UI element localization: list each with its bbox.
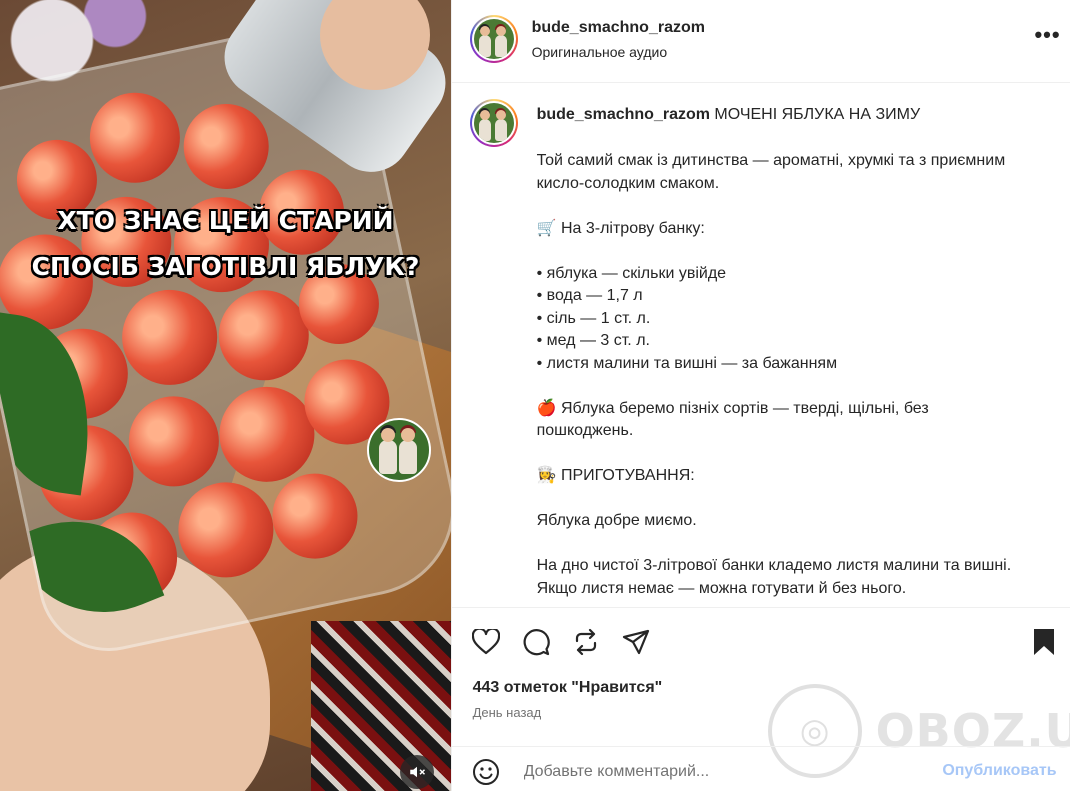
avatar[interactable] bbox=[469, 15, 518, 63]
comment-input[interactable] bbox=[521, 759, 906, 785]
caption-avatar[interactable] bbox=[469, 99, 518, 147]
more-horizontal-icon[interactable]: ••• bbox=[1034, 24, 1060, 46]
caption-line: Яблука добре миємо. bbox=[536, 512, 697, 529]
caption-line: • мед — 3 ст. л. bbox=[536, 332, 650, 349]
video-overlay-title-line2: СПОСІБ ЗАГОТІВЛІ ЯБЛУК? bbox=[31, 252, 420, 281]
post-media[interactable]: ХТО ЗНАЄ ЦЕЙ СТАРИЙ СПОСІБ ЗАГОТІВЛІ ЯБЛ… bbox=[0, 0, 451, 791]
original-audio-link[interactable]: Оригинальное аудио bbox=[532, 44, 668, 60]
repost-icon[interactable] bbox=[570, 626, 602, 658]
post-header: bude_smachno_razom Оригинальное аудио ••… bbox=[451, 0, 1070, 83]
post-caption: bude_smachno_razom МОЧЕНІ ЯБЛУКА НА ЗИМУ… bbox=[452, 82, 1070, 606]
comment-bar: Опубликовать bbox=[451, 746, 1070, 793]
caption-line: • яблука — скільки увійде bbox=[536, 264, 727, 282]
comment-icon[interactable] bbox=[520, 626, 552, 658]
caption-line: 🍎 Яблука беремо пізніх сортів — тверді, … bbox=[536, 399, 929, 440]
share-icon[interactable] bbox=[620, 626, 652, 658]
header-username[interactable]: bude_smachno_razom bbox=[532, 19, 705, 37]
video-overlay-title-line1: ХТО ЗНАЄ ЦЕЙ СТАРИЙ bbox=[57, 206, 394, 235]
likes-count[interactable]: 443 отметок "Нравится" bbox=[473, 679, 663, 697]
speaker-muted-icon[interactable] bbox=[400, 755, 434, 789]
media-creator-sticker bbox=[367, 418, 431, 482]
bookmark-icon[interactable] bbox=[1028, 626, 1060, 658]
emoji-icon[interactable] bbox=[472, 758, 500, 786]
heart-icon[interactable] bbox=[470, 626, 502, 658]
post-actions: 443 отметок "Нравится" День назад Опубли… bbox=[451, 607, 1070, 793]
caption-title: МОЧЕНІ ЯБЛУКА НА ЗИМУ bbox=[714, 106, 921, 123]
caption-line: 🛒 На 3-літрову банку: bbox=[536, 219, 705, 237]
post-panel: bude_smachno_razom Оригинальное аудио ••… bbox=[450, 0, 1070, 793]
caption-line: • листя малини та вишні — за бажанням bbox=[536, 354, 838, 372]
caption-line: • вода — 1,7 л bbox=[536, 287, 643, 304]
publish-button[interactable]: Опубликовать bbox=[942, 762, 1056, 780]
caption-line: • сіль — 1 ст. л. bbox=[536, 309, 651, 327]
caption-body: Той самий смак із дитинства — ароматні, … bbox=[537, 150, 1017, 600]
caption-line: 👩‍🍳 ПРИГОТУВАННЯ: bbox=[536, 467, 695, 484]
caption-line: На дно чистої 3-літрової банки кладемо л… bbox=[536, 557, 1012, 597]
post-viewer: ХТО ЗНАЄ ЦЕЙ СТАРИЙ СПОСІБ ЗАГОТІВЛІ ЯБЛ… bbox=[0, 0, 1070, 791]
caption-line: Той самий смак із дитинства — ароматні, … bbox=[536, 152, 1006, 192]
caption-username[interactable]: bude_smachno_razom bbox=[537, 106, 710, 123]
caption-heading: bude_smachno_razom МОЧЕНІ ЯБЛУКА НА ЗИМУ bbox=[537, 106, 1057, 124]
post-time[interactable]: День назад bbox=[473, 705, 542, 720]
